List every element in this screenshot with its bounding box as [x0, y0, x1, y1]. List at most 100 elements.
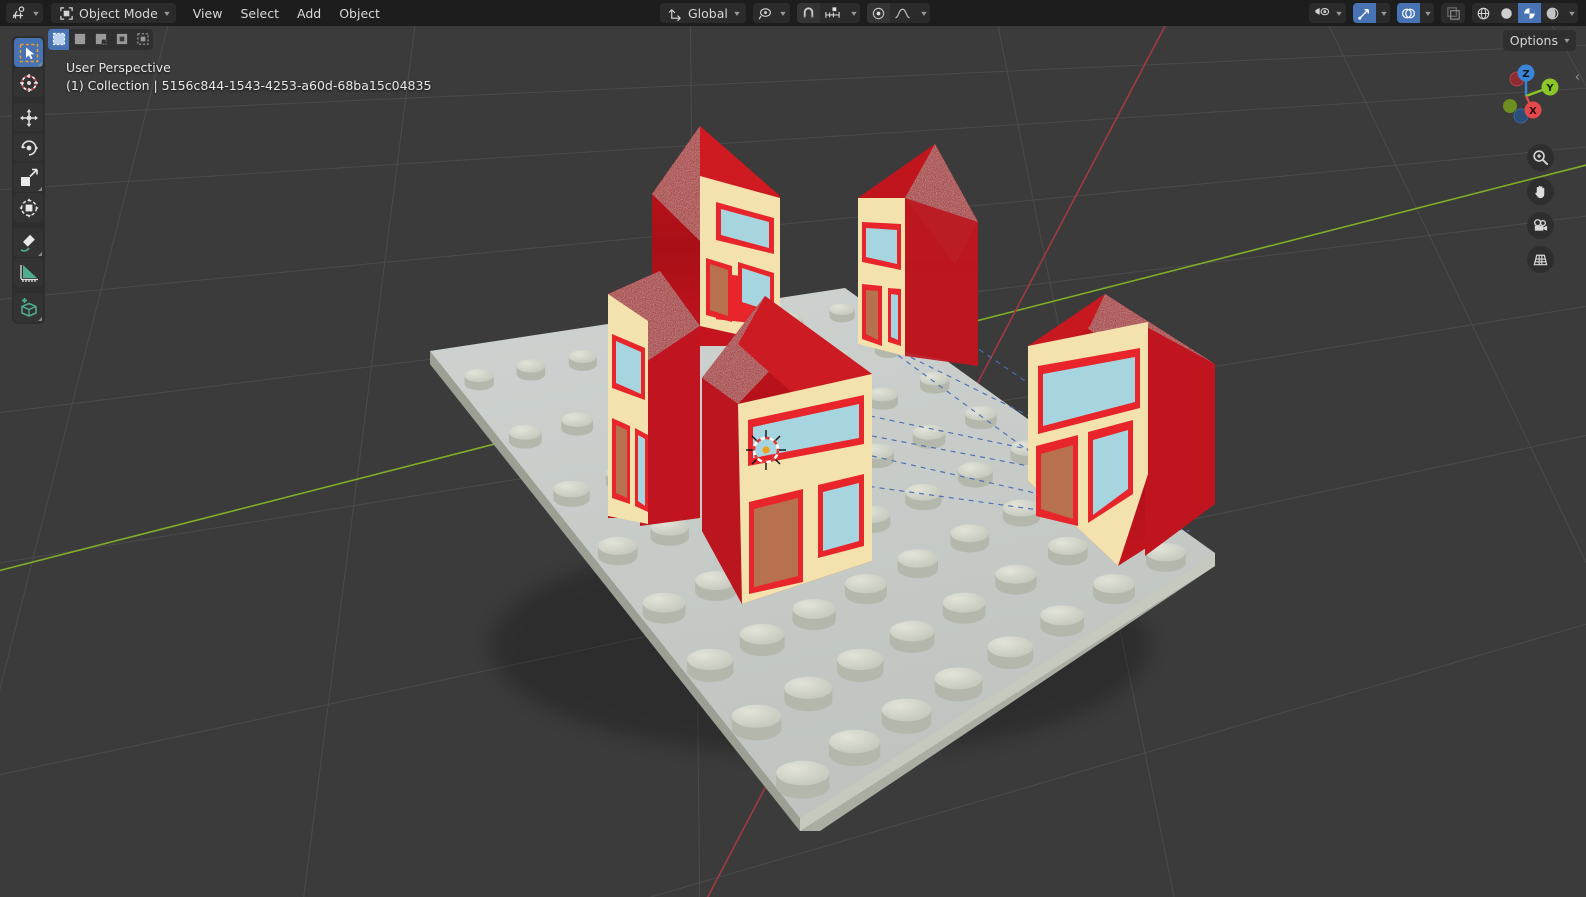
- select-set-icon: [52, 32, 65, 46]
- select-extend-icon: [74, 33, 85, 45]
- magnet-icon: [803, 6, 814, 17]
- cursor-arrow-box-icon: [19, 43, 38, 62]
- proportional-editing-icon: [872, 7, 885, 19]
- shading-material-preview[interactable]: [1518, 3, 1541, 23]
- chevron-down-icon: ▾: [734, 8, 740, 18]
- grid-ortho-icon: [1533, 254, 1548, 266]
- select-intersect[interactable]: [132, 29, 153, 50]
- chevron-down-icon: ▾: [1569, 8, 1575, 18]
- select-subtract[interactable]: [90, 29, 111, 50]
- 3d-cursor-icon: [19, 73, 38, 92]
- shading-solid[interactable]: [1495, 3, 1518, 23]
- editor-type-selector[interactable]: ▾: [6, 3, 44, 23]
- 3d-viewport[interactable]: User Perspective (1) Collection | 5156c8…: [0, 26, 1586, 897]
- tool-expand-corner: [38, 62, 42, 66]
- viewport-info-overlay: User Perspective (1) Collection | 5156c8…: [66, 59, 431, 95]
- tool-expand-corner: [38, 187, 42, 191]
- transform-icon: [18, 197, 39, 218]
- tool-move[interactable]: [14, 103, 43, 132]
- chevron-down-icon: ▾: [1564, 36, 1570, 45]
- zoom-view-button[interactable]: [1527, 144, 1554, 171]
- tool-rotate[interactable]: [14, 133, 43, 162]
- select-extend[interactable]: [69, 29, 90, 50]
- navigation-gizmo[interactable]: Z Y X: [1488, 58, 1564, 134]
- tool-expand-corner: [38, 252, 42, 256]
- chevron-down-icon: ▾: [1336, 8, 1342, 18]
- view-name-label: User Perspective: [66, 60, 171, 75]
- menu-add[interactable]: Add: [288, 3, 330, 23]
- overlays-toggle[interactable]: [1397, 3, 1420, 23]
- 3d-cursor: [746, 430, 786, 470]
- snap-target-selector[interactable]: [820, 3, 846, 23]
- gizmo-dropdown[interactable]: ▾: [1376, 3, 1390, 23]
- gizmo-axis-y-label: Y: [1545, 83, 1554, 94]
- gizmo-toggle[interactable]: [1353, 3, 1376, 23]
- select-subtract-icon: [95, 33, 107, 45]
- tool-add-cube[interactable]: [14, 293, 43, 322]
- rendered-sphere-icon: [1546, 7, 1559, 19]
- object-mode-icon: [58, 5, 74, 21]
- proportional-falloff-selector[interactable]: [890, 3, 916, 23]
- chevron-down-icon: ▾: [33, 8, 39, 18]
- tool-transform[interactable]: [14, 193, 43, 222]
- tool-scale[interactable]: [14, 163, 43, 192]
- shading-dropdown[interactable]: ▾: [1564, 3, 1578, 23]
- menu-select[interactable]: Select: [231, 3, 288, 23]
- wireframe-sphere-icon: [1477, 7, 1490, 19]
- lego-house-scene: [0, 26, 1586, 897]
- shading-rendered[interactable]: [1541, 3, 1564, 23]
- orientation-axis-icon: [667, 5, 683, 21]
- lego-house-back-right: [858, 144, 978, 366]
- tool-expand-corner: [38, 317, 42, 321]
- gizmo-axis-z-label: Z: [1522, 69, 1529, 80]
- shading-wireframe[interactable]: [1472, 3, 1495, 23]
- chevron-down-icon: ▾: [1381, 8, 1387, 18]
- proportional-editing-toggle[interactable]: [866, 3, 890, 23]
- object-visibility-selector[interactable]: ▾: [1308, 3, 1346, 23]
- scale-icon: [20, 168, 38, 186]
- overlays-dropdown[interactable]: ▾: [1420, 3, 1434, 23]
- gizmo-axis-neg-y: [1503, 99, 1517, 113]
- overlays-icon: [1401, 8, 1416, 18]
- add-cube-icon: [20, 297, 37, 317]
- viewport-options-button[interactable]: Options ▾: [1502, 30, 1576, 51]
- pan-view-button[interactable]: [1527, 178, 1554, 205]
- sidebar-collapse-arrow[interactable]: ‹: [1575, 70, 1580, 85]
- mode-selector[interactable]: Object Mode ▾: [51, 3, 176, 23]
- select-mode-group: [48, 28, 153, 50]
- tool-annotate[interactable]: [14, 228, 43, 257]
- gizmo-icon: [1358, 8, 1369, 20]
- chevron-down-icon: ▾: [1425, 8, 1431, 18]
- tool-measure[interactable]: [14, 258, 43, 287]
- xray-toggle[interactable]: [1441, 3, 1465, 23]
- mode-label: Object Mode: [79, 5, 158, 21]
- xray-toggle-icon: [1445, 5, 1461, 21]
- pivot-point-icon: [758, 5, 774, 21]
- overlays-group: ▾: [1397, 3, 1434, 23]
- select-invert[interactable]: [111, 29, 132, 50]
- menu-object[interactable]: Object: [330, 3, 389, 23]
- transform-orientation-selector[interactable]: Global ▾: [660, 3, 746, 23]
- toggle-perspective-button[interactable]: [1527, 246, 1554, 273]
- snap-magnet-toggle[interactable]: [796, 3, 820, 23]
- chevron-down-icon: ▾: [921, 8, 927, 18]
- pivot-point-selector[interactable]: ▾: [752, 3, 790, 23]
- solid-sphere-icon: [1501, 7, 1512, 19]
- material-preview-icon: [1524, 7, 1535, 19]
- camera-view-button[interactable]: [1527, 212, 1554, 239]
- camera-icon: [1533, 219, 1548, 231]
- top-bar: ▾ Object Mode ▾ View Select Add Object G…: [0, 0, 1586, 26]
- tool-cursor[interactable]: [14, 68, 43, 97]
- proportional-editing-group: ▾: [866, 3, 930, 23]
- snap-dropdown[interactable]: ▾: [846, 3, 860, 23]
- select-set-new[interactable]: [48, 28, 69, 50]
- snap-increment-icon: [825, 7, 841, 18]
- 3d-viewport-icon: [11, 5, 27, 21]
- chevron-down-icon: ▾: [780, 8, 786, 18]
- move-arrows-icon: [19, 108, 38, 127]
- menu-view[interactable]: View: [184, 3, 232, 23]
- tool-select-box[interactable]: [14, 38, 43, 67]
- gizmo-group: ▾: [1353, 3, 1390, 23]
- falloff-dropdown[interactable]: ▾: [916, 3, 930, 23]
- gizmo-axis-x-label: X: [1529, 106, 1537, 117]
